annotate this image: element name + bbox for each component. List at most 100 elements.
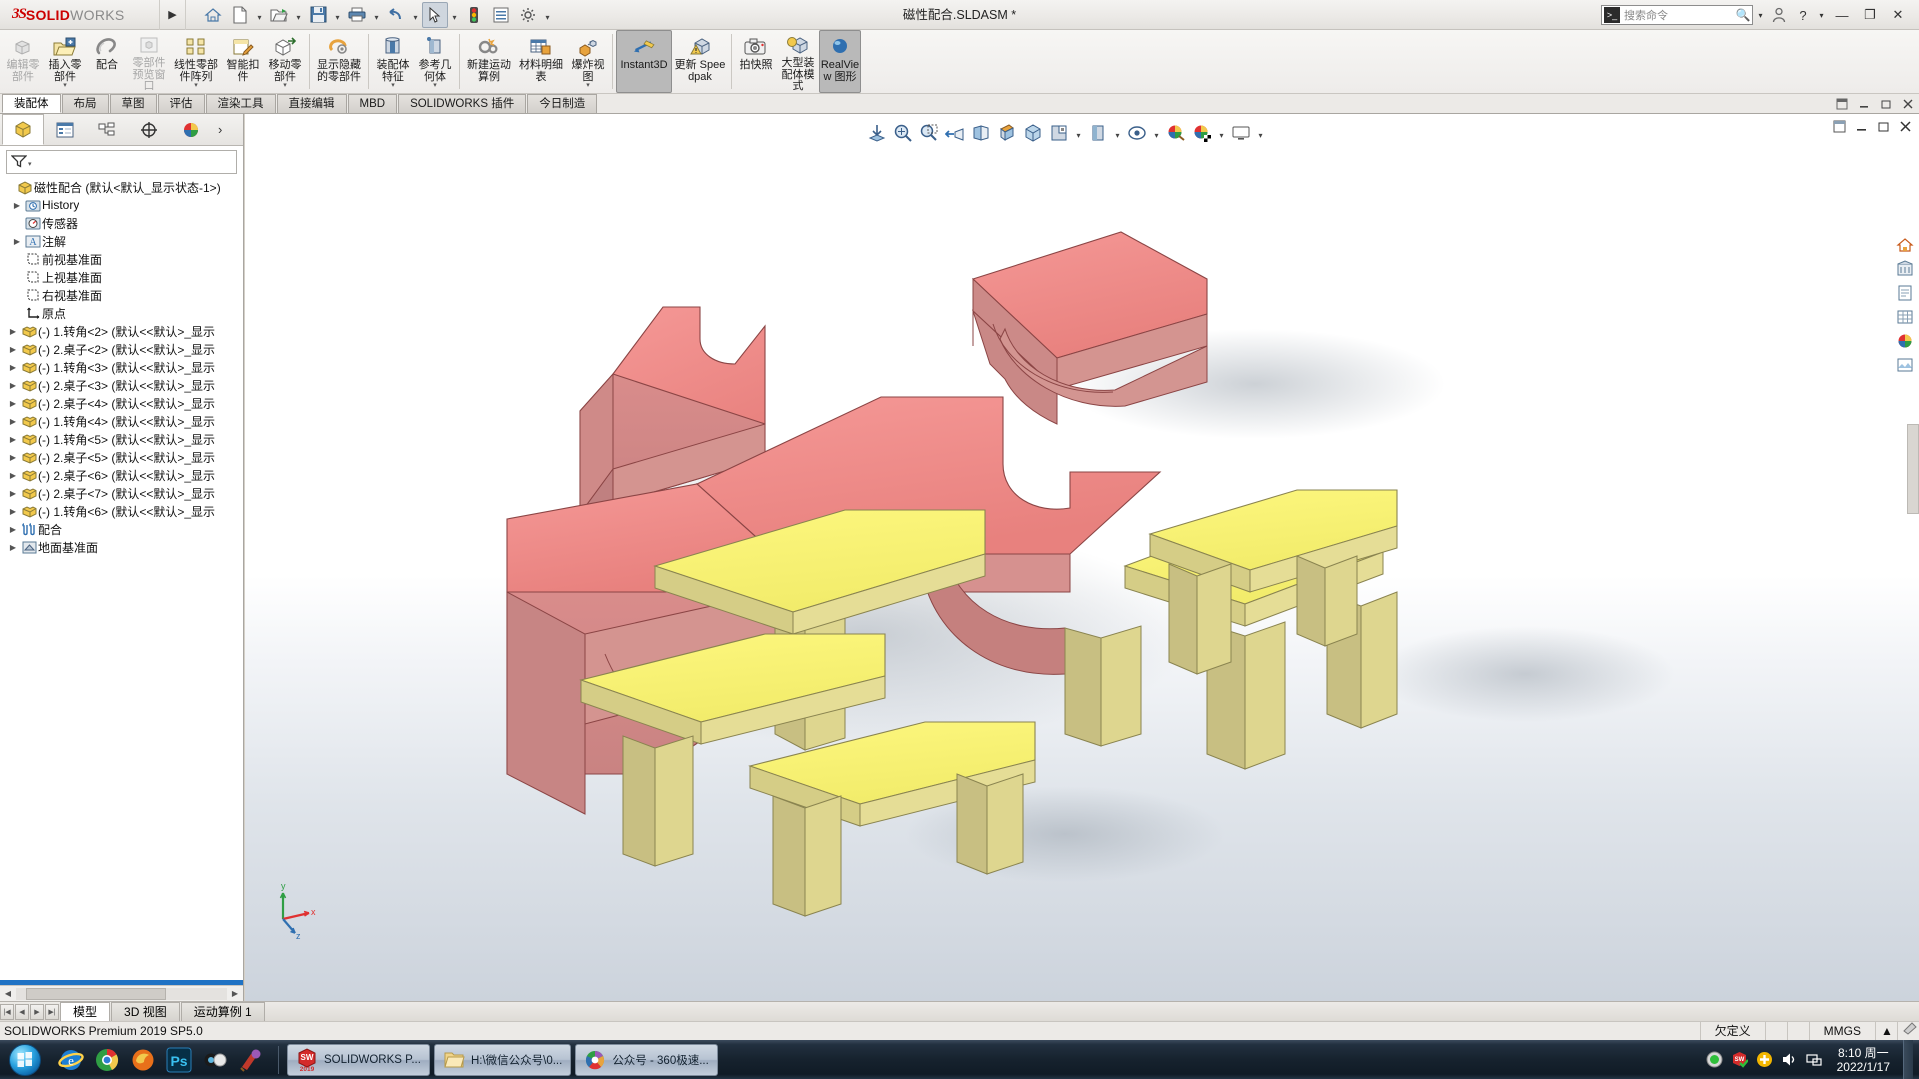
tree-item-component[interactable]: ▶ (-) 2.桌子<7> (默认<<默认>_显示 — [0, 484, 243, 502]
view-orientation-icon[interactable] — [995, 121, 1019, 145]
scroll-right-arrow[interactable]: ▶ — [227, 989, 243, 998]
tab-assembly[interactable]: 装配体 — [2, 94, 61, 113]
new-document-button[interactable] — [227, 2, 253, 28]
status-units[interactable]: MMGS — [1808, 1022, 1875, 1041]
viewport-icon[interactable] — [1229, 121, 1253, 145]
tree-item-mates[interactable]: ▶ 配合 — [0, 520, 243, 538]
tree-item-component[interactable]: ▶ (-) 1.转角<3> (默认<<默认>_显示 — [0, 358, 243, 376]
ribbon-button-realview-graphics[interactable]: RealView 图形 — [819, 30, 861, 93]
ribbon-button-reference-geometry[interactable]: 参考几何体 ▾ — [414, 30, 456, 93]
search-icon[interactable]: 🔍 — [1734, 8, 1752, 22]
tab-sketch[interactable]: 草图 — [109, 94, 157, 113]
hide-show-dropdown-caret[interactable]: ▾ — [1073, 121, 1084, 145]
tree-expander[interactable]: ▶ — [6, 345, 20, 354]
section-view-icon[interactable] — [969, 121, 993, 145]
assembly-model-3d[interactable] — [245, 114, 1919, 1001]
ribbon-button-edit-component[interactable]: 编辑零部件 — [2, 30, 44, 93]
appearances-icon[interactable] — [1894, 330, 1916, 352]
bottom-tab-model[interactable]: 模型 — [60, 1002, 111, 1021]
tree-item-component[interactable]: ▶ (-) 1.转角<5> (默认<<默认>_显示 — [0, 430, 243, 448]
tab-manufacturing-today[interactable]: 今日制造 — [527, 94, 598, 113]
feature-manager-tab[interactable] — [2, 114, 44, 145]
options-dropdown[interactable]: ▾ — [542, 2, 553, 28]
close-icon[interactable] — [1901, 97, 1915, 111]
scroll-thumb[interactable] — [26, 987, 166, 1000]
tree-item-history[interactable]: ▶ History — [0, 196, 243, 214]
zoom-to-area-icon[interactable] — [891, 121, 915, 145]
ribbon-button-snapshot[interactable]: 拍快照 — [735, 30, 777, 93]
tree-expander[interactable]: ▶ — [6, 525, 20, 534]
tree-expander[interactable]: ▶ — [6, 363, 20, 372]
rebuild-button[interactable] — [461, 2, 487, 28]
tree-item-component[interactable]: ▶ (-) 2.桌子<3> (默认<<默认>_显示 — [0, 376, 243, 394]
photoshop-icon[interactable]: Ps — [164, 1045, 194, 1075]
tree-item-right-plane[interactable]: 右视基准面 — [0, 286, 243, 304]
ribbon-dropdown-move-component[interactable]: ▾ — [283, 82, 287, 89]
print-dropdown[interactable]: ▾ — [371, 2, 382, 28]
background-dropdown-caret[interactable]: ▾ — [1216, 121, 1227, 145]
status-edit-icon[interactable] — [1897, 1022, 1919, 1041]
section-properties-icon[interactable] — [1894, 306, 1916, 328]
tree-item-ground-plane[interactable]: ▶ 地面基准面 — [0, 538, 243, 556]
open-document-dropdown[interactable]: ▾ — [293, 2, 304, 28]
tree-item-top-plane[interactable]: 上视基准面 — [0, 268, 243, 286]
filter-dropdown-caret[interactable]: ▾ — [28, 160, 32, 173]
minimize-icon[interactable] — [1857, 97, 1871, 111]
next-tab-button[interactable]: ▶ — [30, 1003, 44, 1020]
ribbon-button-insert-component[interactable]: 插入零部件 ▾ — [44, 30, 86, 93]
tray-update-icon[interactable] — [1756, 1051, 1774, 1069]
tree-item-component[interactable]: ▶ (-) 2.桌子<5> (默认<<默认>_显示 — [0, 448, 243, 466]
undo-button[interactable] — [383, 2, 409, 28]
tree-item-front-plane[interactable]: 前视基准面 — [0, 250, 243, 268]
doc-restore-icon[interactable] — [1875, 118, 1891, 134]
tree-expander[interactable]: ▶ — [6, 453, 20, 462]
drawing-icon[interactable] — [1894, 282, 1916, 304]
print-button[interactable] — [344, 2, 370, 28]
tree-item-component[interactable]: ▶ (-) 1.转角<6> (默认<<默认>_显示 — [0, 502, 243, 520]
ribbon-button-mate[interactable]: 配合 — [86, 30, 128, 93]
graphics-vertical-scrollbar[interactable] — [1907, 424, 1919, 514]
ribbon-button-linear-pattern[interactable]: 线性零部件阵列 ▾ — [170, 30, 222, 93]
show-desktop-button[interactable] — [1903, 1040, 1913, 1079]
select-tool-dropdown[interactable]: ▾ — [449, 2, 460, 28]
doc-pin-icon[interactable] — [1831, 118, 1847, 134]
open-document-button[interactable] — [266, 2, 292, 28]
display-pane-icon[interactable] — [1894, 258, 1916, 280]
zoom-to-fit-icon[interactable] — [865, 121, 889, 145]
ribbon-dropdown-assembly-features[interactable]: ▾ — [391, 82, 395, 89]
doc-minimize-icon[interactable] — [1853, 118, 1869, 134]
view-settings-icon[interactable] — [1164, 121, 1188, 145]
tree-expander[interactable]: ▶ — [6, 327, 20, 336]
solidworks-logo[interactable]: 3S SOLID WORKS — [0, 0, 160, 30]
scroll-left-arrow[interactable]: ◀ — [0, 989, 16, 998]
tree-expander[interactable]: ▶ — [6, 507, 20, 516]
close-window-button[interactable]: ✕ — [1885, 2, 1911, 28]
taskbar-item-solidworks[interactable]: SW 2019 SOLIDWORKS P... — [287, 1043, 430, 1076]
save-button[interactable] — [305, 2, 331, 28]
tray-record-icon[interactable] — [1706, 1051, 1724, 1069]
tab-layout[interactable]: 布局 — [61, 94, 109, 113]
display-manager-tab[interactable] — [170, 114, 212, 145]
edit-appearance-icon[interactable] — [1086, 121, 1110, 145]
tray-volume-icon[interactable] — [1781, 1051, 1799, 1069]
feature-manager-more-tabs[interactable]: › — [212, 114, 243, 145]
ribbon-dropdown-exploded-view[interactable]: ▾ — [586, 82, 590, 89]
pin-icon[interactable] — [1835, 97, 1849, 111]
tree-item-component[interactable]: ▶ (-) 1.转角<2> (默认<<默认>_显示 — [0, 322, 243, 340]
first-tab-button[interactable]: |◀ — [0, 1003, 14, 1020]
tree-item-component[interactable]: ▶ (-) 1.转角<4> (默认<<默认>_显示 — [0, 412, 243, 430]
tree-item-origin[interactable]: 原点 — [0, 304, 243, 322]
firefox-browser-icon[interactable] — [128, 1045, 158, 1075]
appearance-dropdown-caret[interactable]: ▾ — [1112, 121, 1123, 145]
tree-expander[interactable]: ▶ — [6, 435, 20, 444]
tree-item-component[interactable]: ▶ (-) 2.桌子<2> (默认<<默认>_显示 — [0, 340, 243, 358]
tree-expander[interactable]: ▶ — [6, 381, 20, 390]
tree-item-component[interactable]: ▶ (-) 2.桌子<6> (默认<<默认>_显示 — [0, 466, 243, 484]
chrome-browser-icon[interactable] — [92, 1045, 122, 1075]
bottom-tab-3d-views[interactable]: 3D 视图 — [111, 1002, 180, 1021]
scroll-track[interactable] — [16, 987, 227, 1000]
new-document-dropdown[interactable]: ▾ — [254, 2, 265, 28]
taskbar-item-explorer[interactable]: H:\微信公众号\0... — [433, 1043, 572, 1076]
ribbon-dropdown-linear-pattern[interactable]: ▾ — [194, 82, 198, 89]
bottom-tab-motion-study[interactable]: 运动算例 1 — [180, 1002, 265, 1021]
